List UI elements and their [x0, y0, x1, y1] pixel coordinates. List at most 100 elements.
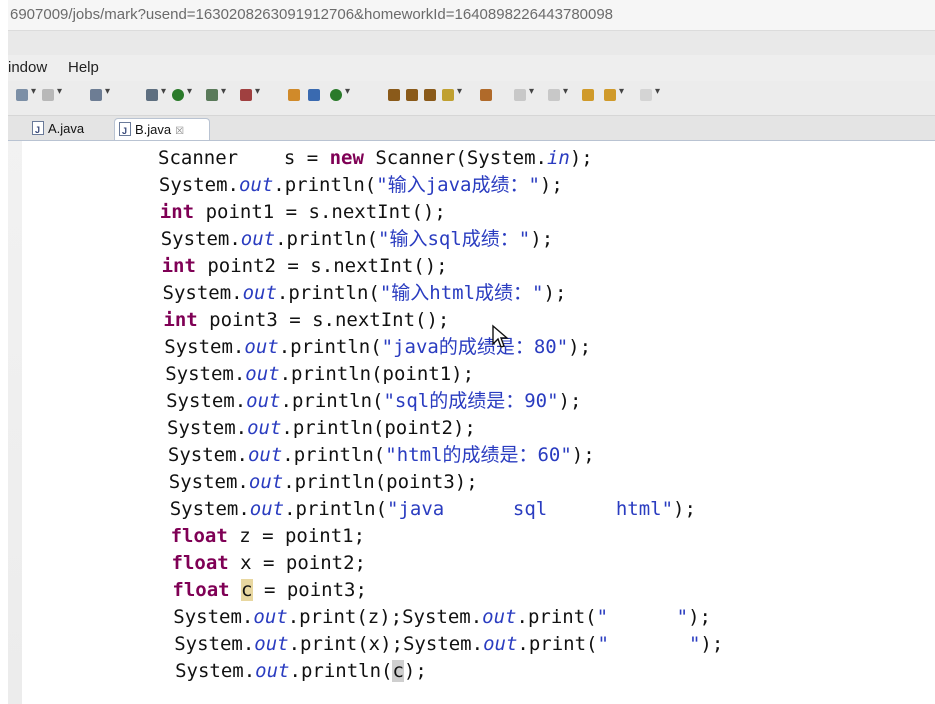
code-token: "java sql html": [387, 498, 674, 520]
code-token: .println(: [280, 390, 384, 412]
code-token: System.: [160, 228, 241, 250]
code-line[interactable]: float z = point1;: [158, 523, 723, 550]
code-token: .println(: [278, 336, 382, 358]
tab-a-java[interactable]: A.java: [28, 118, 114, 141]
code-token: System.: [167, 417, 248, 439]
tab-b-java[interactable]: B.java☒: [114, 118, 210, 142]
code-token: System.: [162, 282, 243, 304]
code-line[interactable]: System.out.print(z);System.out.print(" "…: [158, 604, 723, 631]
code-token: float: [172, 579, 230, 601]
code-token: z = point1;: [227, 525, 366, 547]
code-token: );: [530, 228, 554, 250]
code-line[interactable]: System.out.println("java的成绩是：80");: [158, 334, 723, 361]
code-token: point3 = s.nextInt();: [197, 309, 450, 331]
history-back-icon[interactable]: [604, 86, 624, 101]
tab-label: A.java: [48, 121, 85, 136]
close-tab-icon[interactable]: ☒: [175, 126, 184, 137]
code-token: c: [241, 579, 253, 601]
search-icon[interactable]: [330, 86, 350, 101]
code-line[interactable]: System.out.println("sql的成绩是：90");: [158, 388, 723, 415]
run-icon[interactable]: [172, 86, 192, 101]
new-class-icon[interactable]: [240, 86, 260, 101]
code-token: int: [163, 309, 198, 331]
code-editor[interactable]: Scanner s = new Scanner(System.in); Syste…: [22, 141, 935, 704]
code-token: point1 = s.nextInt();: [194, 201, 446, 223]
code-line[interactable]: float x = point2;: [158, 550, 723, 577]
code-line[interactable]: int point1 = s.nextInt();: [158, 199, 723, 226]
code-line[interactable]: System.out.println(point1);: [158, 361, 723, 388]
debug-icon[interactable]: [146, 86, 166, 101]
code-token: in: [546, 147, 570, 169]
code-token: .println(point3);: [283, 471, 478, 493]
bookmark-icon[interactable]: [480, 89, 492, 101]
code-line[interactable]: System.out.println("输入java成绩：");: [158, 172, 723, 199]
code-line[interactable]: int point2 = s.nextInt();: [158, 253, 723, 280]
annotation-icon-2[interactable]: [406, 89, 418, 101]
code-line[interactable]: System.out.println("html的成绩是：60");: [158, 442, 723, 469]
annotation-icon-3[interactable]: [424, 89, 436, 101]
code-token: .println(: [276, 282, 380, 304]
code-token: );: [673, 498, 696, 520]
save-icon[interactable]: [42, 86, 62, 101]
code-line[interactable]: Scanner s = new Scanner(System.in);: [158, 145, 723, 172]
code-token: .println(: [284, 498, 388, 520]
code-token: System.: [173, 606, 254, 628]
code-token: out: [242, 282, 277, 304]
code-token: out: [247, 444, 283, 466]
menu-help[interactable]: Help: [68, 55, 99, 81]
prev-annotation-icon[interactable]: [548, 86, 568, 101]
code-token: System.: [175, 660, 256, 682]
code-token: System.: [164, 336, 245, 358]
editor-tab-bar: A.java B.java☒: [8, 116, 935, 142]
code-line[interactable]: System.out.println(point2);: [158, 415, 723, 442]
new-icon[interactable]: [16, 86, 36, 101]
code-token: new: [329, 147, 364, 169]
code-line[interactable]: float c = point3;: [158, 577, 723, 604]
code-token: float: [170, 525, 228, 547]
code-token: "sql的成绩是：90": [383, 390, 559, 412]
code-token: Scanner(System.: [363, 147, 547, 169]
code-token: x = point2;: [228, 552, 366, 574]
code-line[interactable]: System.out.println("输入sql成绩：");: [158, 226, 723, 253]
code-area[interactable]: Scanner s = new Scanner(System.in); Syste…: [158, 145, 723, 685]
code-line[interactable]: System.out.println(c);: [158, 658, 723, 685]
external-tools-icon[interactable]: [206, 86, 226, 101]
code-token: .println(: [282, 444, 386, 466]
open-type-icon[interactable]: [288, 89, 300, 101]
code-token: );: [543, 282, 567, 304]
code-token: );: [568, 336, 592, 358]
back-icon[interactable]: [582, 89, 594, 101]
code-line[interactable]: System.out.println(point3);: [158, 469, 723, 496]
code-token: out: [255, 660, 290, 682]
window-gap: [8, 31, 935, 55]
code-line[interactable]: int point3 = s.nextInt();: [158, 307, 723, 334]
code-token: out: [246, 390, 281, 412]
code-token: out: [254, 633, 289, 655]
code-token: .print(x);System.: [288, 633, 484, 655]
code-line[interactable]: System.out.println("java sql html");: [158, 496, 723, 523]
code-token: "html的成绩是：60": [385, 444, 572, 466]
pen-icon[interactable]: [442, 86, 462, 101]
code-token: out: [244, 336, 279, 358]
code-line[interactable]: System.out.println("输入html成绩：");: [158, 280, 723, 307]
browser-url-bar[interactable]: 6907009/jobs/mark?usend=1630208263091912…: [8, 0, 935, 31]
code-token: .println(point2);: [281, 417, 476, 439]
print-icon[interactable]: [90, 86, 110, 101]
code-token: out: [482, 606, 517, 628]
forward-icon[interactable]: [640, 86, 660, 101]
next-annotation-icon[interactable]: [514, 86, 534, 101]
code-token: System.: [169, 498, 250, 520]
code-token: " ": [597, 633, 701, 655]
mouse-cursor-icon: [492, 324, 509, 348]
code-token: out: [249, 498, 285, 520]
open-task-icon[interactable]: [308, 89, 320, 101]
code-token: System.: [165, 363, 246, 385]
code-token: float: [171, 552, 229, 574]
code-line[interactable]: System.out.print(x);System.out.print(" "…: [158, 631, 723, 658]
menu-window[interactable]: indow: [8, 55, 47, 81]
code-token: Scanner s =: [158, 147, 330, 169]
code-token: out: [248, 471, 284, 493]
code-token: .println(: [289, 660, 393, 682]
annotation-icon-1[interactable]: [388, 89, 400, 101]
